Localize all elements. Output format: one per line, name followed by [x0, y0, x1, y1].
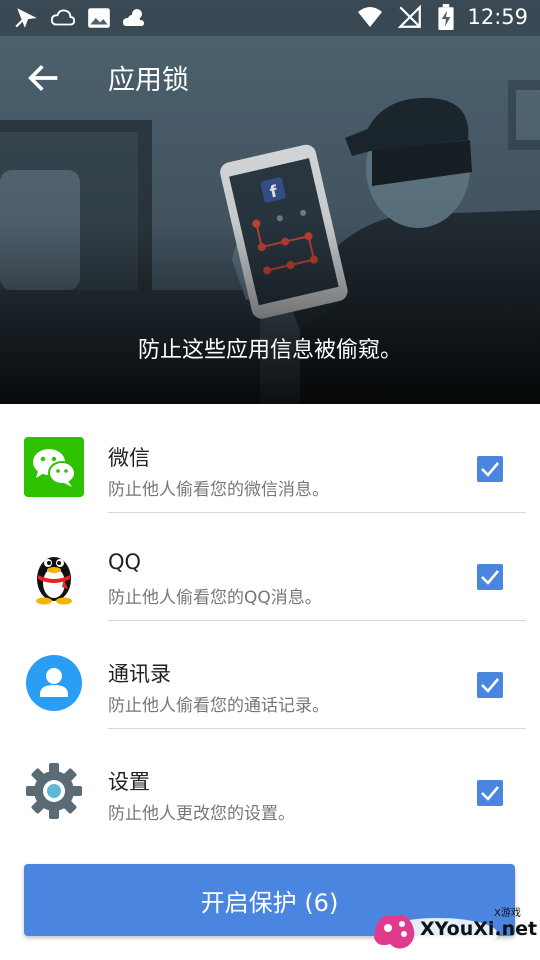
app-list: 微信 防止他人偷看您的微信消息。 QQ 防止他人偷看您的QQ消息。 通讯录 防止… [0, 404, 540, 836]
list-item-wechat[interactable]: 微信 防止他人偷看您的微信消息。 [0, 404, 540, 512]
list-item-contacts[interactable]: 通讯录 防止他人偷看您的通话记录。 [0, 620, 540, 728]
arrow-left-icon[interactable] [24, 58, 64, 98]
contacts-icon [26, 655, 82, 711]
hero-banner: f 12:59 [0, 0, 540, 404]
checkmark-icon [481, 678, 499, 693]
weather-icon [123, 9, 144, 26]
airplane-cursor-icon [15, 8, 37, 28]
app-name: 设置 [108, 770, 150, 794]
app-description: 防止他人偷看您的微信消息。 [108, 480, 329, 500]
app-description: 防止他人偷看您的通话记录。 [108, 696, 329, 716]
watermark-text: XYouXi.net [420, 918, 538, 940]
app-description: 防止他人偷看您的QQ消息。 [108, 588, 322, 608]
status-bar: 12:59 [0, 0, 540, 36]
settings-gear-icon [26, 763, 82, 819]
app-description: 防止他人更改您的设置。 [108, 804, 295, 824]
checkbox-contacts[interactable] [477, 672, 503, 698]
cloud-icon [50, 9, 76, 26]
app-name: QQ [108, 550, 142, 574]
status-time: 12:59 [467, 5, 528, 29]
page-title: 应用锁 [108, 65, 189, 96]
app-name: 通讯录 [108, 662, 171, 686]
checkmark-icon [481, 786, 499, 801]
checkbox-wechat[interactable] [477, 456, 503, 482]
checkbox-qq[interactable] [477, 564, 503, 590]
no-signal-icon [398, 4, 422, 28]
checkmark-icon [481, 462, 499, 477]
list-item-settings[interactable]: 设置 防止他人更改您的设置。 [0, 728, 540, 836]
list-item-qq[interactable]: QQ 防止他人偷看您的QQ消息。 [0, 512, 540, 620]
battery-charging-icon [438, 4, 455, 30]
watermark-small-text: X游戏 [494, 908, 521, 919]
image-icon [88, 8, 110, 28]
checkmark-icon [481, 570, 499, 585]
wechat-icon [24, 437, 84, 497]
qq-penguin-icon [36, 557, 72, 605]
hero-caption: 防止这些应用信息被偷窥。 [137, 338, 402, 363]
checkbox-settings[interactable] [477, 780, 503, 806]
app-name: 微信 [108, 446, 150, 470]
wifi-icon [358, 7, 383, 27]
app-bar: 应用锁 [0, 36, 540, 122]
